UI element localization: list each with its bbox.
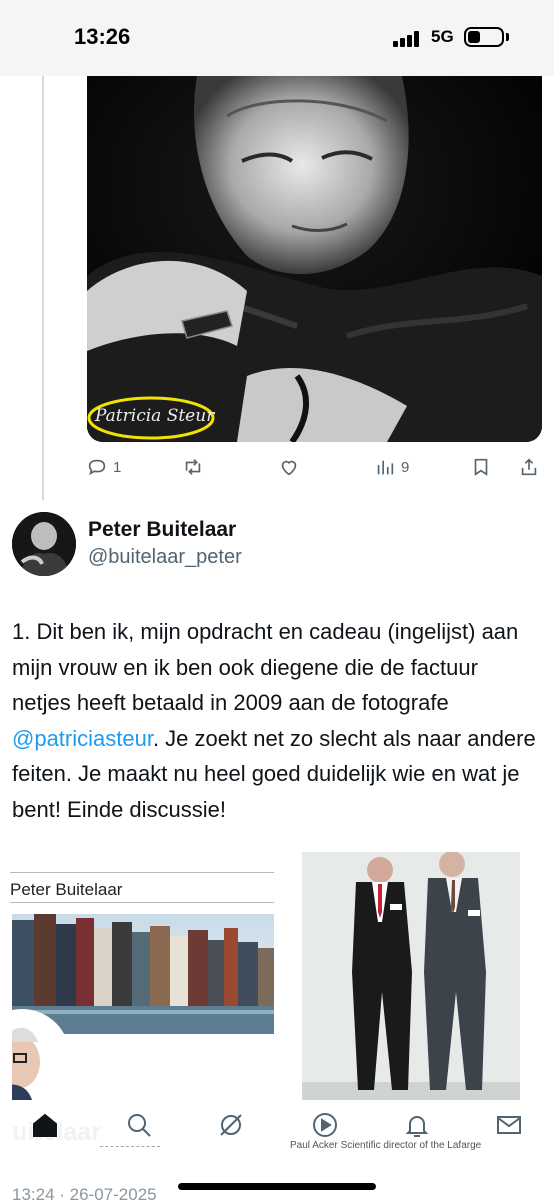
like-button[interactable] [278, 454, 300, 480]
photographer-signature: Patricia Steur [95, 406, 215, 426]
network-type: 5G [431, 27, 454, 46]
search-icon [128, 1114, 151, 1137]
profile-photo [12, 1009, 70, 1100]
grok-icon [220, 1114, 242, 1136]
retweet-icon [185, 459, 201, 475]
post-text: 1. Dit ben ik, mijn opdracht en cadeau (… [12, 619, 536, 822]
attached-image-profile[interactable]: Peter Buitelaar [10, 852, 276, 1102]
retweet-button[interactable] [182, 454, 204, 480]
tab-grok[interactable] [216, 1110, 246, 1140]
status-time: 13:26 [74, 24, 131, 49]
status-bar: 13:26 5G [0, 0, 554, 76]
tab-search[interactable] [124, 1110, 154, 1140]
views-icon [377, 460, 394, 475]
share-button[interactable] [518, 454, 540, 480]
tab-notifications[interactable] [402, 1110, 432, 1140]
bookmark-button[interactable] [470, 454, 492, 480]
mention-link[interactable]: @patriciasteur [12, 726, 153, 751]
bookmark-icon [474, 458, 488, 476]
views-count: 9 [401, 458, 410, 476]
share-icon [521, 458, 537, 476]
thread-connector [42, 76, 44, 500]
author-name[interactable]: Peter Buitelaar [88, 518, 236, 542]
notifications-icon [405, 1116, 429, 1137]
reply-icon [88, 459, 106, 476]
messages-icon [497, 1116, 521, 1134]
tab-home[interactable] [30, 1110, 60, 1140]
home-indicator [178, 1183, 376, 1190]
profile-name-label: Peter Buitelaar [10, 880, 123, 899]
tab-videos[interactable] [310, 1110, 340, 1140]
battery-icon [464, 27, 504, 47]
play-icon [313, 1113, 337, 1137]
reply-button[interactable]: 1 [86, 454, 121, 480]
home-icon [33, 1113, 57, 1137]
author-handle[interactable]: @buitelaar_peter [88, 546, 242, 569]
post-timestamp: 13:24 · 26-07-2025 [12, 1185, 157, 1200]
avatar[interactable] [12, 512, 76, 576]
attached-image-photo[interactable] [302, 852, 520, 1100]
bottom-tab-bar [0, 1100, 554, 1160]
tab-messages[interactable] [494, 1110, 524, 1140]
like-icon [281, 460, 297, 476]
tweet-photo[interactable]: Patricia Steur [87, 76, 542, 442]
reply-count: 1 [113, 458, 122, 476]
tweet-action-bar: 1 9 [86, 454, 546, 480]
photo-caption: Paul Acker Scientific director of the La… [290, 1140, 482, 1151]
cellular-signal-icon [393, 31, 419, 47]
views-button[interactable]: 9 [374, 454, 409, 480]
